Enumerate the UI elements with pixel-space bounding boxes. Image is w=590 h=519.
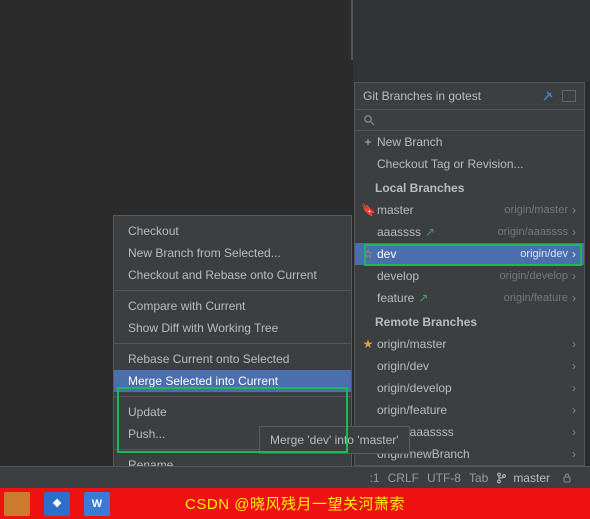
branch-context-menu: CheckoutNew Branch from Selected...Check… — [113, 215, 352, 503]
ctx-update[interactable]: Update — [114, 401, 351, 423]
branch-name: dev — [377, 247, 520, 261]
pin-icon[interactable] — [542, 90, 556, 102]
ctx-merge-selected-into-current[interactable]: Merge Selected into Current — [114, 370, 351, 392]
local-branch-develop[interactable]: developorigin/develop› — [355, 265, 584, 287]
search-icon — [363, 114, 375, 126]
branch-name: master — [377, 203, 504, 217]
menu-separator — [114, 290, 351, 291]
chevron-right-icon: › — [572, 337, 576, 351]
tracking-branch: origin/master — [504, 204, 568, 216]
remote-branch-origin-feature[interactable]: origin/feature› — [355, 399, 584, 421]
remote-branch-origin-dev[interactable]: origin/dev› — [355, 355, 584, 377]
ctx-checkout[interactable]: Checkout — [114, 220, 351, 242]
ahead-icon: ↗ — [425, 225, 435, 239]
lock-icon[interactable] — [562, 472, 572, 483]
branch-search[interactable] — [355, 110, 584, 131]
taskbar-app-1[interactable] — [4, 492, 30, 516]
local-branch-master[interactable]: 🔖masterorigin/master › — [355, 199, 584, 221]
local-branch-dev[interactable]: ☆devorigin/dev › — [355, 243, 584, 265]
tag-icon: 🔖 — [361, 203, 375, 217]
git-branches-popup: Git Branches in gotest + New Branch Chec… — [354, 82, 585, 466]
ctx-new-branch-from-selected[interactable]: New Branch from Selected... — [114, 242, 351, 264]
tracking-branch: origin/develop — [500, 270, 569, 282]
checkout-tag-label: Checkout Tag or Revision... — [377, 157, 576, 171]
ctx-checkout-and-rebase-onto-current[interactable]: Checkout and Rebase onto Current — [114, 264, 351, 286]
status-linesep[interactable]: CRLF — [388, 471, 419, 485]
chevron-right-icon: › — [572, 359, 576, 373]
remote-branch-origin-develop[interactable]: origin/develop› — [355, 377, 584, 399]
local-branch-aaassss[interactable]: aaassss↗origin/aaassss › — [355, 221, 584, 243]
popup-title: Git Branches in gotest — [363, 89, 542, 103]
status-col[interactable]: :1 — [370, 471, 380, 485]
ctx-compare-with-current[interactable]: Compare with Current — [114, 295, 351, 317]
ctx-show-diff-with-working-tree[interactable]: Show Diff with Working Tree — [114, 317, 351, 339]
chevron-right-icon: › — [572, 269, 576, 283]
taskbar-app-2[interactable]: ❖ — [44, 492, 70, 516]
status-indent[interactable]: Tab — [469, 471, 488, 485]
merge-tooltip: Merge 'dev' into 'master' — [259, 426, 410, 454]
branch-name: origin/master — [377, 337, 572, 351]
chevron-right-icon: › — [572, 403, 576, 417]
local-branch-feature[interactable]: feature↗origin/feature › — [355, 287, 584, 309]
branch-name: origin/develop — [377, 381, 572, 395]
ahead-icon: ↗ — [418, 291, 428, 305]
chevron-right-icon: › — [572, 225, 576, 239]
branch-name: feature↗ — [377, 291, 504, 305]
chevron-right-icon: › — [572, 247, 576, 261]
taskbar-app-3[interactable]: W — [84, 492, 110, 516]
chevron-right-icon: › — [572, 203, 576, 217]
editor-pane-left — [0, 0, 351, 82]
menu-separator — [114, 343, 351, 344]
status-git-branch[interactable]: master — [496, 471, 554, 485]
branch-name: develop — [377, 269, 500, 283]
star-icon: ☆ — [361, 247, 375, 261]
os-taskbar: ❖ W — [0, 488, 110, 519]
branch-name: origin/feature — [377, 403, 572, 417]
branch-icon — [496, 472, 506, 484]
local-branches-header: Local Branches — [355, 175, 584, 199]
chevron-right-icon: › — [572, 425, 576, 439]
plus-icon: + — [361, 135, 375, 149]
status-bar: :1 CRLF UTF-8 Tab master — [0, 466, 590, 488]
remote-branch-origin-master[interactable]: ★origin/master› — [355, 333, 584, 355]
tracking-branch: origin/aaassss — [498, 226, 568, 238]
branch-name: aaassss↗ — [377, 225, 498, 239]
chevron-right-icon: › — [572, 447, 576, 461]
tracking-branch: origin/feature — [504, 292, 568, 304]
settings-icon[interactable] — [562, 90, 576, 102]
chevron-right-icon: › — [572, 381, 576, 395]
branch-name: origin/dev — [377, 359, 572, 373]
status-branch-name: master — [513, 471, 550, 485]
status-encoding[interactable]: UTF-8 — [427, 471, 461, 485]
new-branch-item[interactable]: + New Branch — [355, 131, 584, 153]
editor-pane-right — [353, 0, 590, 82]
ctx-rebase-current-onto-selected[interactable]: Rebase Current onto Selected — [114, 348, 351, 370]
tracking-branch: origin/dev — [520, 248, 568, 260]
checkout-tag-item[interactable]: Checkout Tag or Revision... — [355, 153, 584, 175]
popup-header: Git Branches in gotest — [355, 83, 584, 110]
menu-separator — [114, 396, 351, 397]
star-icon: ★ — [361, 337, 375, 351]
remote-branches-header: Remote Branches — [355, 309, 584, 333]
new-branch-label: New Branch — [377, 135, 576, 149]
chevron-right-icon: › — [572, 291, 576, 305]
